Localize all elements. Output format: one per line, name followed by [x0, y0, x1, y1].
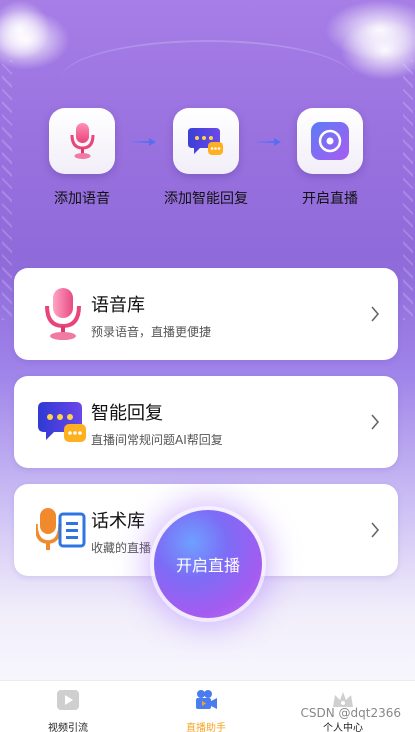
step-add-smart-reply[interactable]: 添加智能回复 [146, 108, 266, 208]
chevron-right-icon [371, 306, 380, 322]
tab-video-traffic[interactable]: 视频引流 [28, 689, 108, 732]
chevron-right-icon [371, 522, 380, 538]
card-smart-reply[interactable]: 智能回复 直播间常规问题AI帮回复 [14, 376, 398, 468]
tab-label: 个人中心 [323, 723, 363, 732]
watermark-text: CSDN @dqt2366 [300, 706, 401, 720]
start-live-button[interactable]: 开启直播 [154, 510, 262, 618]
step-tile [173, 108, 239, 174]
video-play-icon [57, 690, 79, 710]
card-description: 直播间常规问题AI帮回复 [91, 433, 223, 447]
step-label: 添加语音 [54, 191, 110, 207]
card-description: 收藏的直播 [91, 541, 152, 555]
video-camera-icon [196, 690, 217, 709]
step-tile [297, 108, 363, 174]
step-label: 添加智能回复 [164, 191, 248, 207]
step-add-voice[interactable]: 添加语音 [22, 108, 142, 208]
card-title: 话术库 [91, 511, 145, 532]
microphone-icon [70, 123, 95, 159]
steps-row: 添加语音 添加智能回复 开启直播 [0, 108, 415, 218]
chat-bubble-icon [38, 402, 86, 442]
start-live-label: 开启直播 [175, 556, 240, 575]
live-button-icon [311, 122, 349, 160]
step-label: 开启直播 [302, 191, 358, 207]
microphone-icon [45, 288, 81, 340]
card-voice-library[interactable]: 语音库 预录语音，直播更便捷 [14, 268, 398, 360]
chevron-right-icon [371, 414, 380, 430]
tab-label: 视频引流 [48, 723, 88, 732]
card-title: 语音库 [91, 295, 145, 316]
card-description: 预录语音，直播更便捷 [91, 325, 212, 339]
step-tile [49, 108, 115, 174]
card-title: 智能回复 [91, 403, 163, 424]
tab-live-assistant[interactable]: 直播助手 [166, 689, 246, 732]
step-start-live[interactable]: 开启直播 [270, 108, 390, 208]
speech-script-icon [36, 508, 86, 550]
tab-label: 直播助手 [186, 723, 226, 732]
chat-bubble-icon [188, 128, 223, 155]
